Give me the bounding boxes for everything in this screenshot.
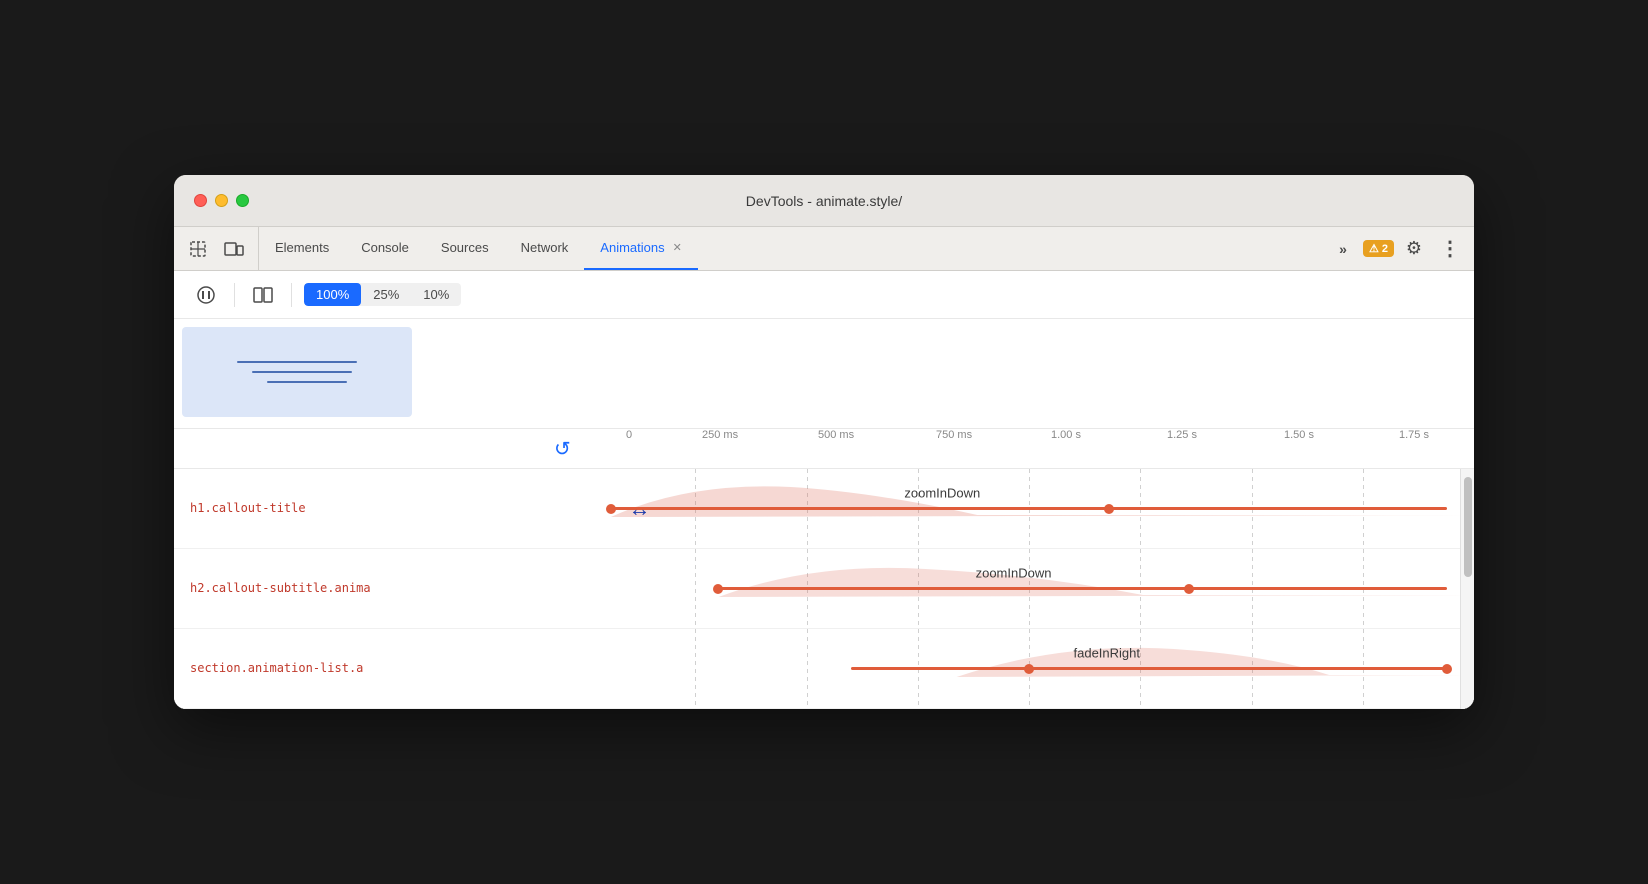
tick-175: 1.75 s — [1399, 429, 1429, 441]
curve-1 — [584, 477, 1474, 522]
speed-10-btn[interactable]: 10% — [411, 283, 461, 306]
anim-label-3: section.animation-list.a — [174, 661, 584, 676]
scrollbar-track[interactable] — [1460, 469, 1474, 709]
chevrons-icon: » — [1339, 241, 1347, 257]
track-dot-2-mid — [1184, 584, 1194, 594]
more-options-btn[interactable]: ⋮ — [1434, 233, 1466, 265]
tab-bar: Elements Console Sources Network Animati… — [174, 227, 1474, 271]
device-icon-btn[interactable] — [218, 233, 250, 265]
speed-group: 100% 25% 10% — [304, 283, 461, 306]
tick-500: 500 ms — [818, 429, 854, 441]
animations-panel: ↺ 0 250 ms 500 ms 750 ms 1.00 s 1.25 s 1… — [174, 319, 1474, 709]
devtools-window: DevTools - animate.style/ — [174, 175, 1474, 709]
more-tabs-btn[interactable]: » — [1327, 233, 1359, 265]
preview-line-1 — [237, 361, 357, 363]
more-options-icon: ⋮ — [1440, 236, 1460, 261]
tab-console[interactable]: Console — [345, 227, 425, 270]
toolbar-divider-2 — [291, 283, 292, 307]
tab-bar-right: » ⚠ 2 ⚙ ⋮ — [1319, 227, 1466, 270]
track-dot-2-start — [713, 584, 723, 594]
speed-25-btn[interactable]: 25% — [361, 283, 411, 306]
timeline-ruler: ↺ 0 250 ms 500 ms 750 ms 1.00 s 1.25 s 1… — [174, 429, 1474, 469]
tick-1s: 1.00 s — [1051, 429, 1081, 441]
replay-btn[interactable]: ↺ — [554, 436, 571, 461]
timeline-container: ↺ 0 250 ms 500 ms 750 ms 1.00 s 1.25 s 1… — [174, 429, 1474, 709]
anim-row-1[interactable]: h1.callout-title — [174, 469, 1474, 549]
track-anim-label-1: zoomInDown — [904, 485, 980, 500]
anim-track-1: ↔ zoomInDown — [584, 469, 1474, 548]
ruler-ticks: 0 250 ms 500 ms 750 ms 1.00 s 1.25 s 1.5… — [584, 429, 1474, 468]
toolbar-divider-1 — [234, 283, 235, 307]
badge-icon: ⚠ — [1369, 242, 1379, 255]
tab-elements[interactable]: Elements — [259, 227, 345, 270]
track-line-2 — [718, 587, 1448, 590]
tick-125: 1.25 s — [1167, 429, 1197, 441]
tick-750: 750 ms — [936, 429, 972, 441]
anim-row-3[interactable]: section.animation-list.a — [174, 629, 1474, 709]
window-title: DevTools - animate.style/ — [746, 193, 902, 209]
drag-arrow-1[interactable]: ↔ — [629, 496, 651, 522]
error-badge[interactable]: ⚠ 2 — [1363, 240, 1394, 257]
timeline-rows: h1.callout-title — [174, 469, 1474, 709]
track-dot-3-end — [1442, 664, 1452, 674]
tabs: Elements Console Sources Network Animati… — [259, 227, 1319, 270]
tab-bar-left-icons — [182, 227, 259, 270]
track-dot-1-start — [606, 504, 616, 514]
close-button[interactable] — [194, 194, 207, 207]
track-line-3 — [851, 667, 1447, 670]
devtools-body: Elements Console Sources Network Animati… — [174, 227, 1474, 709]
tab-animations-close[interactable]: ✕ — [673, 241, 682, 254]
tick-0: 0 — [626, 429, 632, 441]
tab-network[interactable]: Network — [505, 227, 585, 270]
pause-btn[interactable] — [190, 279, 222, 311]
tick-150: 1.50 s — [1284, 429, 1314, 441]
anim-row-2[interactable]: h2.callout-subtitle.anima — [174, 549, 1474, 629]
tab-sources[interactable]: Sources — [425, 227, 505, 270]
tab-animations[interactable]: Animations ✕ — [584, 227, 698, 270]
track-anim-label-3: fadeInRight — [1074, 645, 1141, 660]
track-anim-label-2: zoomInDown — [976, 565, 1052, 580]
preview-line-2 — [252, 371, 352, 373]
anim-label-2: h2.callout-subtitle.anima — [174, 581, 584, 596]
screenshot-btn[interactable] — [247, 279, 279, 311]
anim-label-1: h1.callout-title — [174, 501, 584, 516]
track-dot-1-mid — [1104, 504, 1114, 514]
curve-3 — [584, 637, 1474, 682]
animations-toolbar: 100% 25% 10% — [174, 271, 1474, 319]
cursor-icon-btn[interactable] — [182, 233, 214, 265]
animation-preview — [182, 327, 412, 417]
preview-line-3 — [267, 381, 347, 383]
preview-area — [174, 319, 1474, 429]
settings-btn[interactable]: ⚙ — [1398, 233, 1430, 265]
anim-track-2: zoomInDown — [584, 549, 1474, 628]
track-dot-3-start — [1024, 664, 1034, 674]
title-bar: DevTools - animate.style/ — [174, 175, 1474, 227]
traffic-lights — [194, 194, 249, 207]
maximize-button[interactable] — [236, 194, 249, 207]
settings-icon: ⚙ — [1406, 238, 1422, 259]
scrollbar-thumb[interactable] — [1464, 477, 1472, 577]
minimize-button[interactable] — [215, 194, 228, 207]
tick-250: 250 ms — [702, 429, 738, 441]
track-line-1 — [611, 507, 1448, 510]
speed-100-btn[interactable]: 100% — [304, 283, 361, 306]
anim-track-3: fadeInRight — [584, 629, 1474, 708]
